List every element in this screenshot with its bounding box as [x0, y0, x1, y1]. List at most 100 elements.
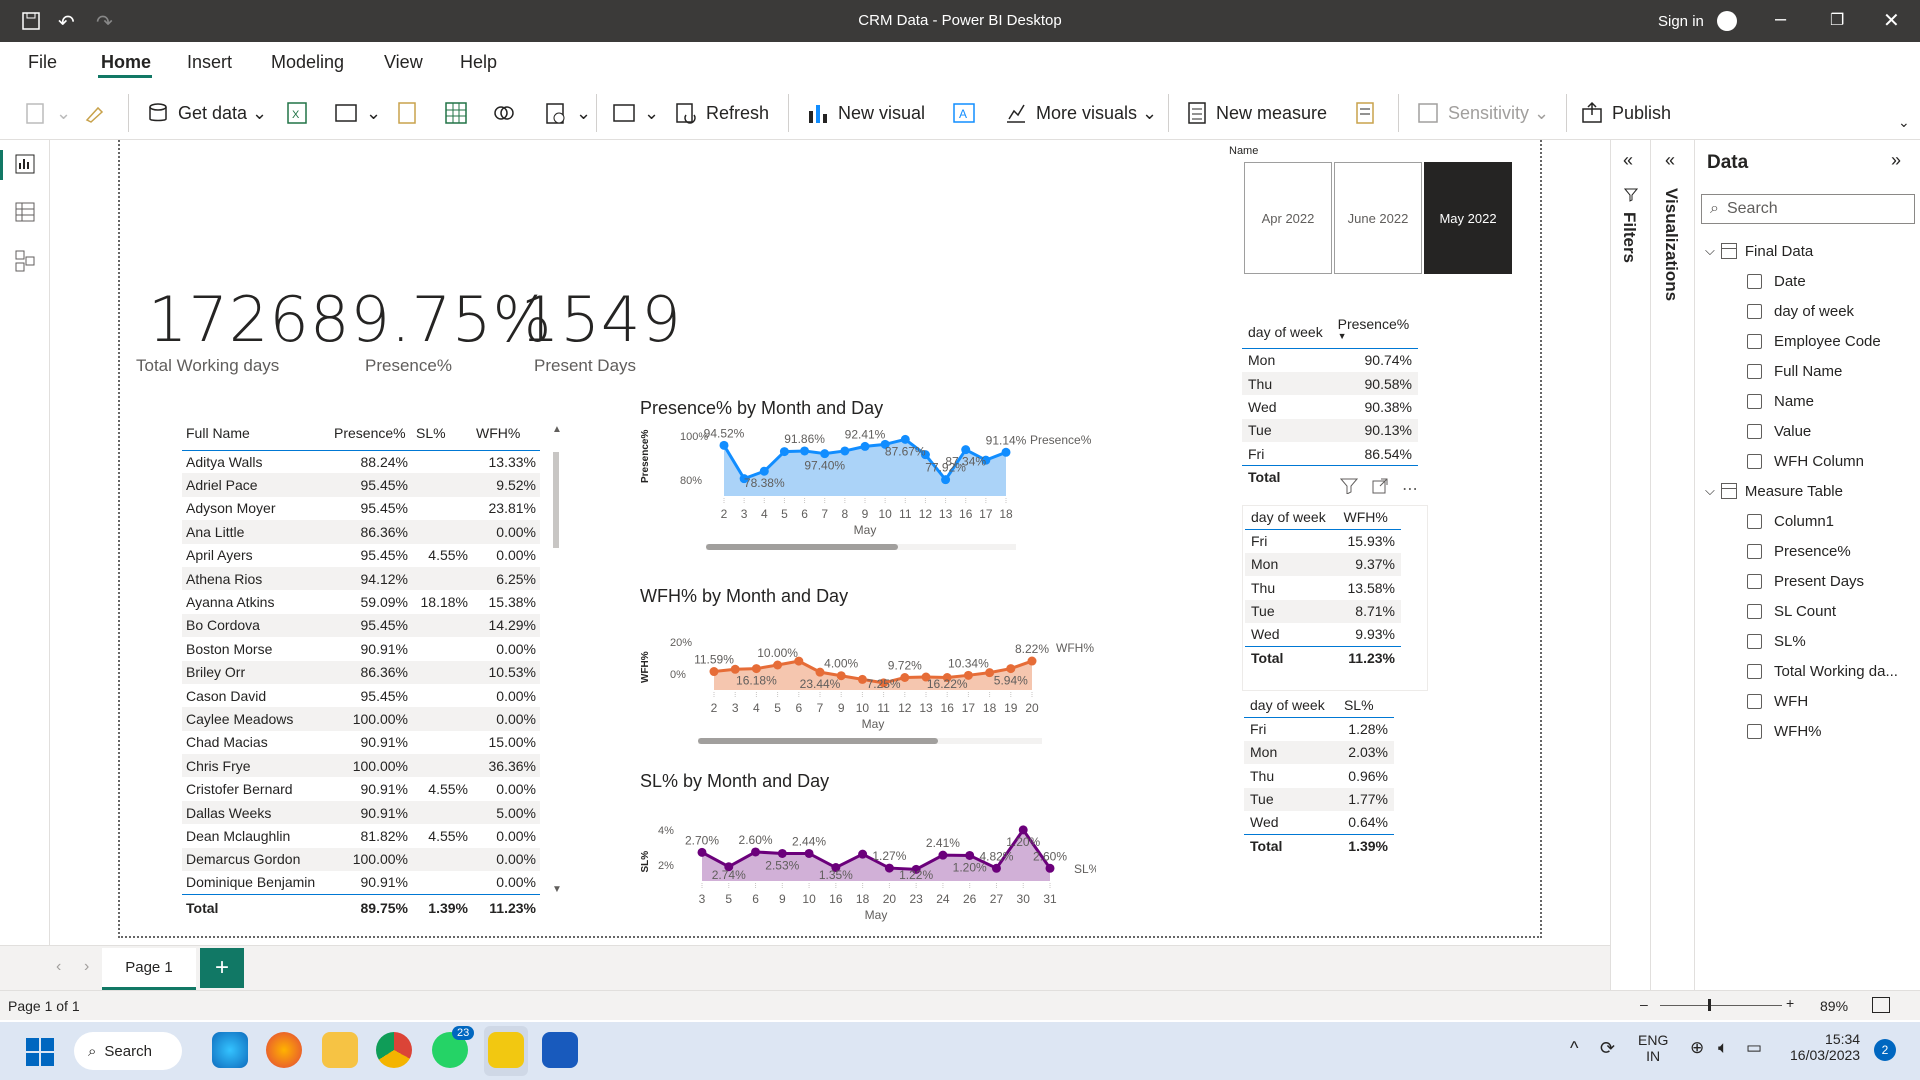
field-checkbox[interactable] [1747, 513, 1762, 529]
presence-area-chart[interactable]: 100%80%Presence%2 3 4 5 6 7 8 9 10 11 12 13 16 17 1894… [636, 422, 1096, 562]
model-view-icon[interactable] [15, 250, 35, 277]
enter-data-icon[interactable] [444, 98, 476, 128]
field-wfh%[interactable]: WFH% [1747, 716, 1822, 746]
expand-chevron-icon[interactable]: ⌵ [1705, 243, 1715, 259]
sign-in-link[interactable]: Sign in [1658, 13, 1704, 30]
table-row[interactable]: Ana Little 86.36% 0.00% [182, 520, 540, 544]
quick-measure-icon[interactable] [1354, 98, 1386, 128]
dow-row[interactable]: Tue 1.77% [1244, 787, 1394, 811]
chart-scrollbar-thumb[interactable] [706, 544, 898, 550]
field-day-of-week[interactable]: day of week [1747, 296, 1854, 326]
data-point[interactable] [697, 847, 707, 857]
dow-row[interactable]: Wed 90.38% [1242, 395, 1418, 418]
table-row[interactable]: Bo Cordova 95.45% 14.29% [182, 613, 540, 638]
menu-insert[interactable]: Insert [187, 52, 232, 73]
chart-scrollbar-thumb[interactable] [698, 738, 938, 744]
field-presence%[interactable]: Presence% [1747, 536, 1851, 566]
data-point[interactable] [815, 667, 825, 677]
fit-to-page-icon[interactable] [1872, 997, 1890, 1013]
dataverse-icon[interactable] [492, 98, 524, 128]
firefox-icon[interactable] [266, 1032, 302, 1068]
field-wfh[interactable]: WFH [1747, 686, 1808, 716]
publish-button[interactable]: Publish [1580, 98, 1671, 128]
data-point[interactable] [941, 475, 951, 485]
field-checkbox[interactable] [1747, 633, 1762, 649]
table-row[interactable]: Ayanna Atkins 59.09% 18.18% 15.38% [182, 590, 540, 613]
dataflow-icon[interactable] [396, 98, 426, 128]
dow-row[interactable]: Fri 1.28% [1244, 717, 1394, 740]
col-day-of-week[interactable]: day of week [1244, 694, 1338, 718]
data-point[interactable] [961, 445, 971, 455]
file-explorer-icon[interactable] [322, 1032, 358, 1068]
field-checkbox[interactable] [1747, 333, 1762, 349]
data-point[interactable] [1006, 664, 1016, 674]
zoom-out-icon[interactable]: – [1640, 996, 1648, 1012]
new-visual-button[interactable]: New visual [806, 98, 925, 128]
power-bi-icon[interactable] [488, 1032, 524, 1068]
filters-label[interactable]: Filters [1619, 212, 1639, 263]
table-row[interactable]: Demarcus Gordon 100.00% 0.00% [182, 847, 540, 872]
col-day-of-week[interactable]: day of week [1245, 506, 1338, 530]
sync-icon[interactable]: ⟳ [1600, 1038, 1615, 1059]
dow-row[interactable]: Mon 2.03% [1244, 740, 1394, 765]
collapse-vis-icon[interactable]: « [1665, 150, 1675, 171]
menu-modeling[interactable]: Modeling [271, 52, 344, 73]
visualizations-label[interactable]: Visualizations [1661, 188, 1681, 301]
visualizations-pane[interactable]: « Visualizations [1650, 140, 1694, 990]
collapse-filters-icon[interactable]: « [1623, 150, 1633, 171]
data-point[interactable] [884, 863, 894, 873]
field-wfh-column[interactable]: WFH Column [1747, 446, 1864, 476]
table-view-icon[interactable] [15, 202, 35, 227]
table-measure-table[interactable]: ⌵ Measure Table [1705, 476, 1843, 506]
field-checkbox[interactable] [1747, 573, 1762, 589]
more-options-icon[interactable]: ⋯ [1402, 479, 1420, 499]
new-measure-button[interactable]: New measure [1186, 98, 1327, 128]
dow-row[interactable]: Fri 15.93% [1245, 529, 1401, 552]
table-row[interactable]: Dean Mclaughlin 81.82% 4.55% 0.00% [182, 824, 540, 847]
zoom-slider-thumb[interactable] [1708, 999, 1711, 1011]
wfh-area-chart[interactable]: 20% 0% WFH% 2 3 4 5 6 7 9 10 11 12 13 16 17 18 19 20 11.59%… [636, 610, 1096, 750]
data-point[interactable] [1027, 656, 1037, 666]
report-view-icon[interactable] [15, 154, 35, 179]
collapse-ribbon-icon[interactable]: ⌄ [1898, 114, 1910, 131]
col-presence-sorted[interactable]: Presence% ▼ [1331, 316, 1418, 349]
data-point[interactable] [777, 848, 787, 858]
table-row[interactable]: Aditya Walls 88.24% 13.33% [182, 450, 540, 473]
table-row[interactable]: Cason David 95.45% 0.00% [182, 684, 540, 707]
menu-file[interactable]: File [28, 52, 57, 73]
data-point[interactable] [719, 440, 729, 450]
dow-row[interactable]: Tue 8.71% [1245, 599, 1401, 623]
dow-row[interactable]: Mon 9.37% [1245, 552, 1401, 577]
data-point[interactable] [840, 446, 850, 456]
data-point[interactable] [800, 446, 810, 456]
table-row[interactable]: Briley Orr 86.36% 10.53% [182, 660, 540, 684]
table-row[interactable]: Chad Macias 90.91% 15.00% [182, 731, 540, 754]
restore-icon[interactable]: ❐ [1830, 10, 1844, 30]
dow-row[interactable]: Wed 9.93% [1245, 623, 1401, 646]
data-point[interactable] [751, 664, 761, 674]
dow-row[interactable]: Mon 90.74% [1242, 349, 1418, 372]
zoom-slider[interactable] [1660, 1005, 1782, 1006]
table-row[interactable]: Adriel Pace 95.45% 9.52% [182, 473, 540, 497]
refresh-button[interactable]: Refresh [674, 98, 769, 128]
table-row[interactable]: Cristofer Bernard 90.91% 4.55% 0.00% [182, 777, 540, 800]
sl-area-chart[interactable]: 4% 2% SL% 3 5 6 9 10 16 18 20 23 24 26 27 30 31 2.70% 2.74… [636, 796, 1096, 936]
field-checkbox[interactable] [1747, 453, 1762, 469]
field-checkbox[interactable] [1747, 423, 1762, 439]
collapse-data-icon[interactable]: » [1891, 150, 1901, 171]
tab-page-1[interactable]: Page 1 [102, 948, 196, 990]
col-presence[interactable]: Presence% [330, 416, 412, 451]
table-row[interactable]: Adyson Moyer 95.45% 23.81% [182, 497, 540, 520]
col-sl[interactable]: SL% [412, 416, 472, 451]
dow-row[interactable]: Fri 86.54% [1242, 442, 1418, 465]
field-column1[interactable]: Column1 [1747, 506, 1834, 536]
taskbar-search[interactable]: ⌕ Search [74, 1032, 182, 1070]
data-point[interactable] [1045, 863, 1055, 873]
more-visuals-button[interactable]: More visuals ⌄ [1004, 98, 1157, 128]
language-indicator[interactable]: ENG IN [1638, 1032, 1668, 1064]
table-final-data[interactable]: ⌵ Final Data [1705, 236, 1813, 266]
sensitivity-button[interactable]: Sensitivity ⌄ [1416, 98, 1549, 128]
col-day-of-week[interactable]: day of week [1242, 316, 1332, 349]
field-full-name[interactable]: Full Name [1747, 356, 1842, 386]
table-row[interactable]: Chris Frye 100.00% 36.36% [182, 754, 540, 778]
